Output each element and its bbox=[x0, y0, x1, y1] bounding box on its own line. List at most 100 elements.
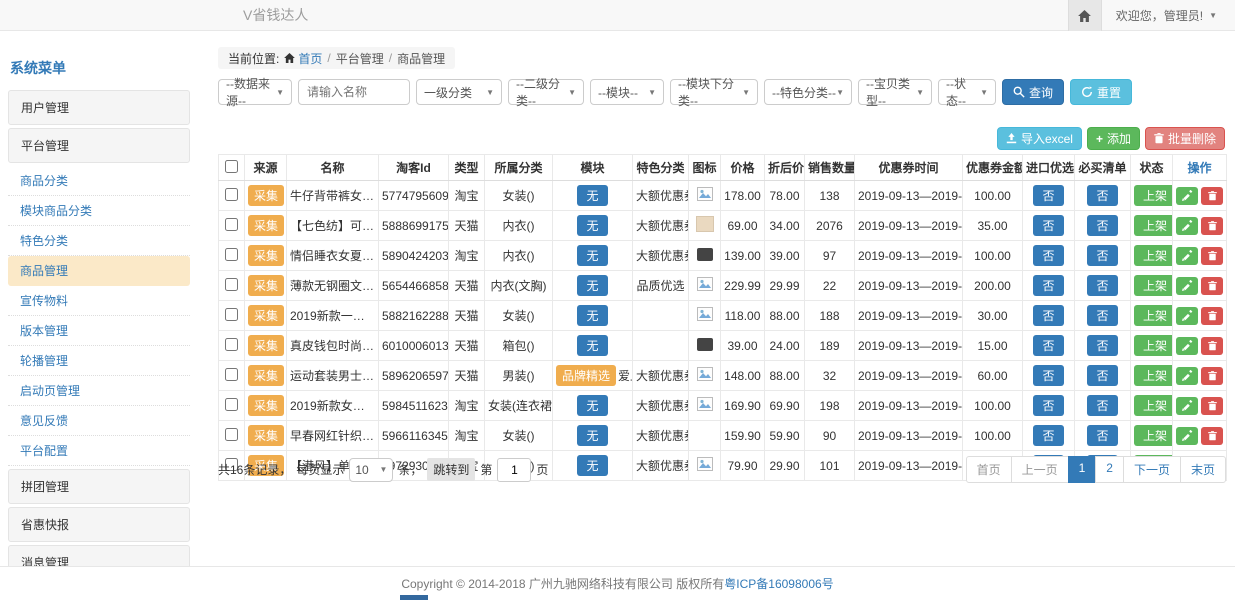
status-badge[interactable]: 上架 bbox=[1134, 305, 1173, 326]
must-buy-toggle[interactable]: 否 bbox=[1087, 425, 1117, 446]
sidebar-item[interactable]: 意见反馈 bbox=[8, 406, 190, 436]
imported-toggle[interactable]: 否 bbox=[1033, 335, 1063, 356]
imported-toggle[interactable]: 否 bbox=[1033, 245, 1063, 266]
sidebar-item[interactable]: 平台配置 bbox=[8, 436, 190, 466]
filter-select-item-type[interactable]: --宝贝类型--▼ bbox=[858, 79, 932, 105]
sidebar-item[interactable]: 模块商品分类 bbox=[8, 196, 190, 226]
filter-select-category-level1[interactable]: 一级分类▼ bbox=[416, 79, 502, 105]
select-all-checkbox[interactable] bbox=[225, 160, 238, 173]
imported-toggle[interactable]: 否 bbox=[1033, 275, 1063, 296]
sidebar-item[interactable]: 版本管理 bbox=[8, 316, 190, 346]
status-badge[interactable]: 上架 bbox=[1134, 275, 1173, 296]
imported-toggle[interactable]: 否 bbox=[1033, 305, 1063, 326]
icp-link[interactable]: 粤ICP备16098006号 bbox=[724, 575, 833, 592]
delete-button[interactable] bbox=[1201, 187, 1223, 205]
row-checkbox[interactable] bbox=[225, 428, 238, 441]
status-badge[interactable]: 上架 bbox=[1134, 335, 1173, 356]
edit-button[interactable] bbox=[1176, 337, 1198, 355]
edit-button[interactable] bbox=[1176, 427, 1198, 445]
edit-button[interactable] bbox=[1176, 397, 1198, 415]
pager-item-首页[interactable]: 首页 bbox=[966, 456, 1012, 483]
pager-item-2[interactable]: 2 bbox=[1095, 456, 1124, 483]
edit-button[interactable] bbox=[1176, 247, 1198, 265]
must-buy-toggle[interactable]: 否 bbox=[1087, 305, 1117, 326]
edit-button[interactable] bbox=[1176, 367, 1198, 385]
delete-button[interactable] bbox=[1201, 307, 1223, 325]
pager-item-下一页[interactable]: 下一页 bbox=[1123, 456, 1181, 483]
module-none-badge[interactable]: 无 bbox=[577, 185, 607, 206]
home-button[interactable] bbox=[1068, 0, 1102, 31]
must-buy-toggle[interactable]: 否 bbox=[1087, 245, 1117, 266]
module-none-badge[interactable]: 无 bbox=[577, 215, 607, 236]
module-none-badge[interactable]: 无 bbox=[577, 335, 607, 356]
must-buy-toggle[interactable]: 否 bbox=[1087, 185, 1117, 206]
filter-select-data-source[interactable]: --数据来源--▼ bbox=[218, 79, 292, 105]
edit-button[interactable] bbox=[1176, 307, 1198, 325]
jump-page-input[interactable] bbox=[497, 458, 531, 482]
imported-toggle[interactable]: 否 bbox=[1033, 215, 1063, 236]
row-checkbox[interactable] bbox=[225, 338, 238, 351]
row-checkbox[interactable] bbox=[225, 188, 238, 201]
sidebar-item[interactable]: 轮播管理 bbox=[8, 346, 190, 376]
delete-button[interactable] bbox=[1201, 367, 1223, 385]
edit-button[interactable] bbox=[1176, 187, 1198, 205]
batch-delete-button[interactable]: 批量删除 bbox=[1145, 127, 1225, 150]
row-checkbox[interactable] bbox=[225, 278, 238, 291]
name-search-input[interactable] bbox=[298, 79, 410, 105]
search-button[interactable]: 查询 bbox=[1002, 79, 1064, 105]
pager-item-末页[interactable]: 末页 bbox=[1180, 456, 1226, 483]
filter-select-module[interactable]: --模块--▼ bbox=[590, 79, 664, 105]
sidebar-item[interactable]: 商品分类 bbox=[8, 166, 190, 196]
import-excel-button[interactable]: 导入excel bbox=[997, 127, 1082, 150]
module-none-badge[interactable]: 无 bbox=[577, 245, 607, 266]
pager-item-1[interactable]: 1 bbox=[1068, 456, 1097, 483]
sidebar-section-3[interactable]: 省惠快报 bbox=[8, 507, 190, 542]
module-badge[interactable]: 品牌精选 bbox=[556, 365, 616, 386]
must-buy-toggle[interactable]: 否 bbox=[1087, 335, 1117, 356]
delete-button[interactable] bbox=[1201, 337, 1223, 355]
row-checkbox[interactable] bbox=[225, 368, 238, 381]
page-size-select[interactable]: 10 ▼ bbox=[349, 458, 393, 482]
user-menu[interactable]: 欢迎您，管理员! ▼ bbox=[1102, 0, 1235, 31]
row-checkbox[interactable] bbox=[225, 218, 238, 231]
imported-toggle[interactable]: 否 bbox=[1033, 185, 1063, 206]
jump-button[interactable]: 跳转到 bbox=[427, 458, 475, 481]
must-buy-toggle[interactable]: 否 bbox=[1087, 275, 1117, 296]
delete-button[interactable] bbox=[1201, 427, 1223, 445]
filter-select-feature-category[interactable]: --特色分类--▼ bbox=[764, 79, 852, 105]
status-badge[interactable]: 上架 bbox=[1134, 395, 1173, 416]
breadcrumb-home-link[interactable]: 首页 bbox=[284, 50, 322, 67]
must-buy-toggle[interactable]: 否 bbox=[1087, 215, 1117, 236]
module-none-badge[interactable]: 无 bbox=[577, 275, 607, 296]
sidebar-section-1[interactable]: 平台管理 bbox=[8, 128, 190, 163]
module-none-badge[interactable]: 无 bbox=[577, 305, 607, 326]
sidebar-item[interactable]: 商品管理 bbox=[8, 256, 190, 286]
must-buy-toggle[interactable]: 否 bbox=[1087, 395, 1117, 416]
pager-item-上一页[interactable]: 上一页 bbox=[1011, 456, 1069, 483]
status-badge[interactable]: 上架 bbox=[1134, 185, 1173, 206]
status-badge[interactable]: 上架 bbox=[1134, 425, 1173, 446]
sidebar-item[interactable]: 特色分类 bbox=[8, 226, 190, 256]
module-none-badge[interactable]: 无 bbox=[577, 425, 607, 446]
status-badge[interactable]: 上架 bbox=[1134, 245, 1173, 266]
sidebar-section-4[interactable]: 消息管理 bbox=[8, 545, 190, 566]
status-badge[interactable]: 上架 bbox=[1134, 215, 1173, 236]
imported-toggle[interactable]: 否 bbox=[1033, 395, 1063, 416]
sidebar-section-0[interactable]: 用户管理 bbox=[8, 90, 190, 125]
filter-select-module-sub[interactable]: --模块下分类--▼ bbox=[670, 79, 758, 105]
row-checkbox[interactable] bbox=[225, 398, 238, 411]
imported-toggle[interactable]: 否 bbox=[1033, 425, 1063, 446]
add-button[interactable]: + 添加 bbox=[1087, 127, 1140, 150]
sidebar-section-2[interactable]: 拼团管理 bbox=[8, 469, 190, 504]
sidebar-item[interactable]: 宣传物料 bbox=[8, 286, 190, 316]
imported-toggle[interactable]: 否 bbox=[1033, 365, 1063, 386]
filter-select-status[interactable]: --状态--▼ bbox=[938, 79, 996, 105]
sidebar-item[interactable]: 启动页管理 bbox=[8, 376, 190, 406]
edit-button[interactable] bbox=[1176, 277, 1198, 295]
edit-button[interactable] bbox=[1176, 217, 1198, 235]
delete-button[interactable] bbox=[1201, 277, 1223, 295]
row-checkbox[interactable] bbox=[225, 308, 238, 321]
must-buy-toggle[interactable]: 否 bbox=[1087, 365, 1117, 386]
delete-button[interactable] bbox=[1201, 217, 1223, 235]
status-badge[interactable]: 上架 bbox=[1134, 365, 1173, 386]
